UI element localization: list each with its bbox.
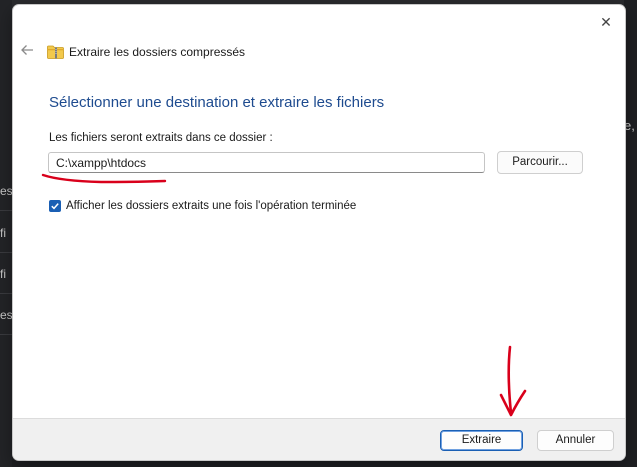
zip-folder-icon xyxy=(47,45,64,59)
window-title: Extraire les dossiers compressés xyxy=(69,45,246,59)
destination-path-input[interactable] xyxy=(48,152,485,173)
extract-dialog: ✕ Extraire les dossiers compressés Sélec… xyxy=(12,4,626,461)
cancel-button[interactable]: Annuler xyxy=(537,430,614,451)
background-list-item: es xyxy=(0,296,12,335)
browse-button[interactable]: Parcourir... xyxy=(497,151,583,174)
back-arrow-icon xyxy=(21,45,33,55)
background-list-item: fi xyxy=(0,214,12,253)
show-extracted-checkbox[interactable] xyxy=(49,200,61,212)
background-list-item: fi xyxy=(0,255,12,294)
destination-label: Les fichiers seront extraits dans ce dos… xyxy=(49,132,273,144)
dialog-title-bar: Extraire les dossiers compressés xyxy=(47,43,245,61)
checkmark-icon xyxy=(51,203,59,210)
close-button[interactable]: ✕ xyxy=(597,13,615,31)
show-extracted-option: Afficher les dossiers extraits une fois … xyxy=(49,200,356,212)
red-arrow-annotation xyxy=(499,345,527,417)
page-heading: Sélectionner une destination et extraire… xyxy=(49,94,385,111)
close-icon: ✕ xyxy=(600,14,612,30)
extract-button[interactable]: Extraire xyxy=(440,430,523,451)
dialog-footer: Extraire Annuler xyxy=(13,418,625,460)
red-underline-annotation xyxy=(41,173,167,184)
background-list-item: es xyxy=(0,172,12,211)
show-extracted-label: Afficher les dossiers extraits une fois … xyxy=(66,200,357,212)
back-button[interactable] xyxy=(19,42,35,58)
